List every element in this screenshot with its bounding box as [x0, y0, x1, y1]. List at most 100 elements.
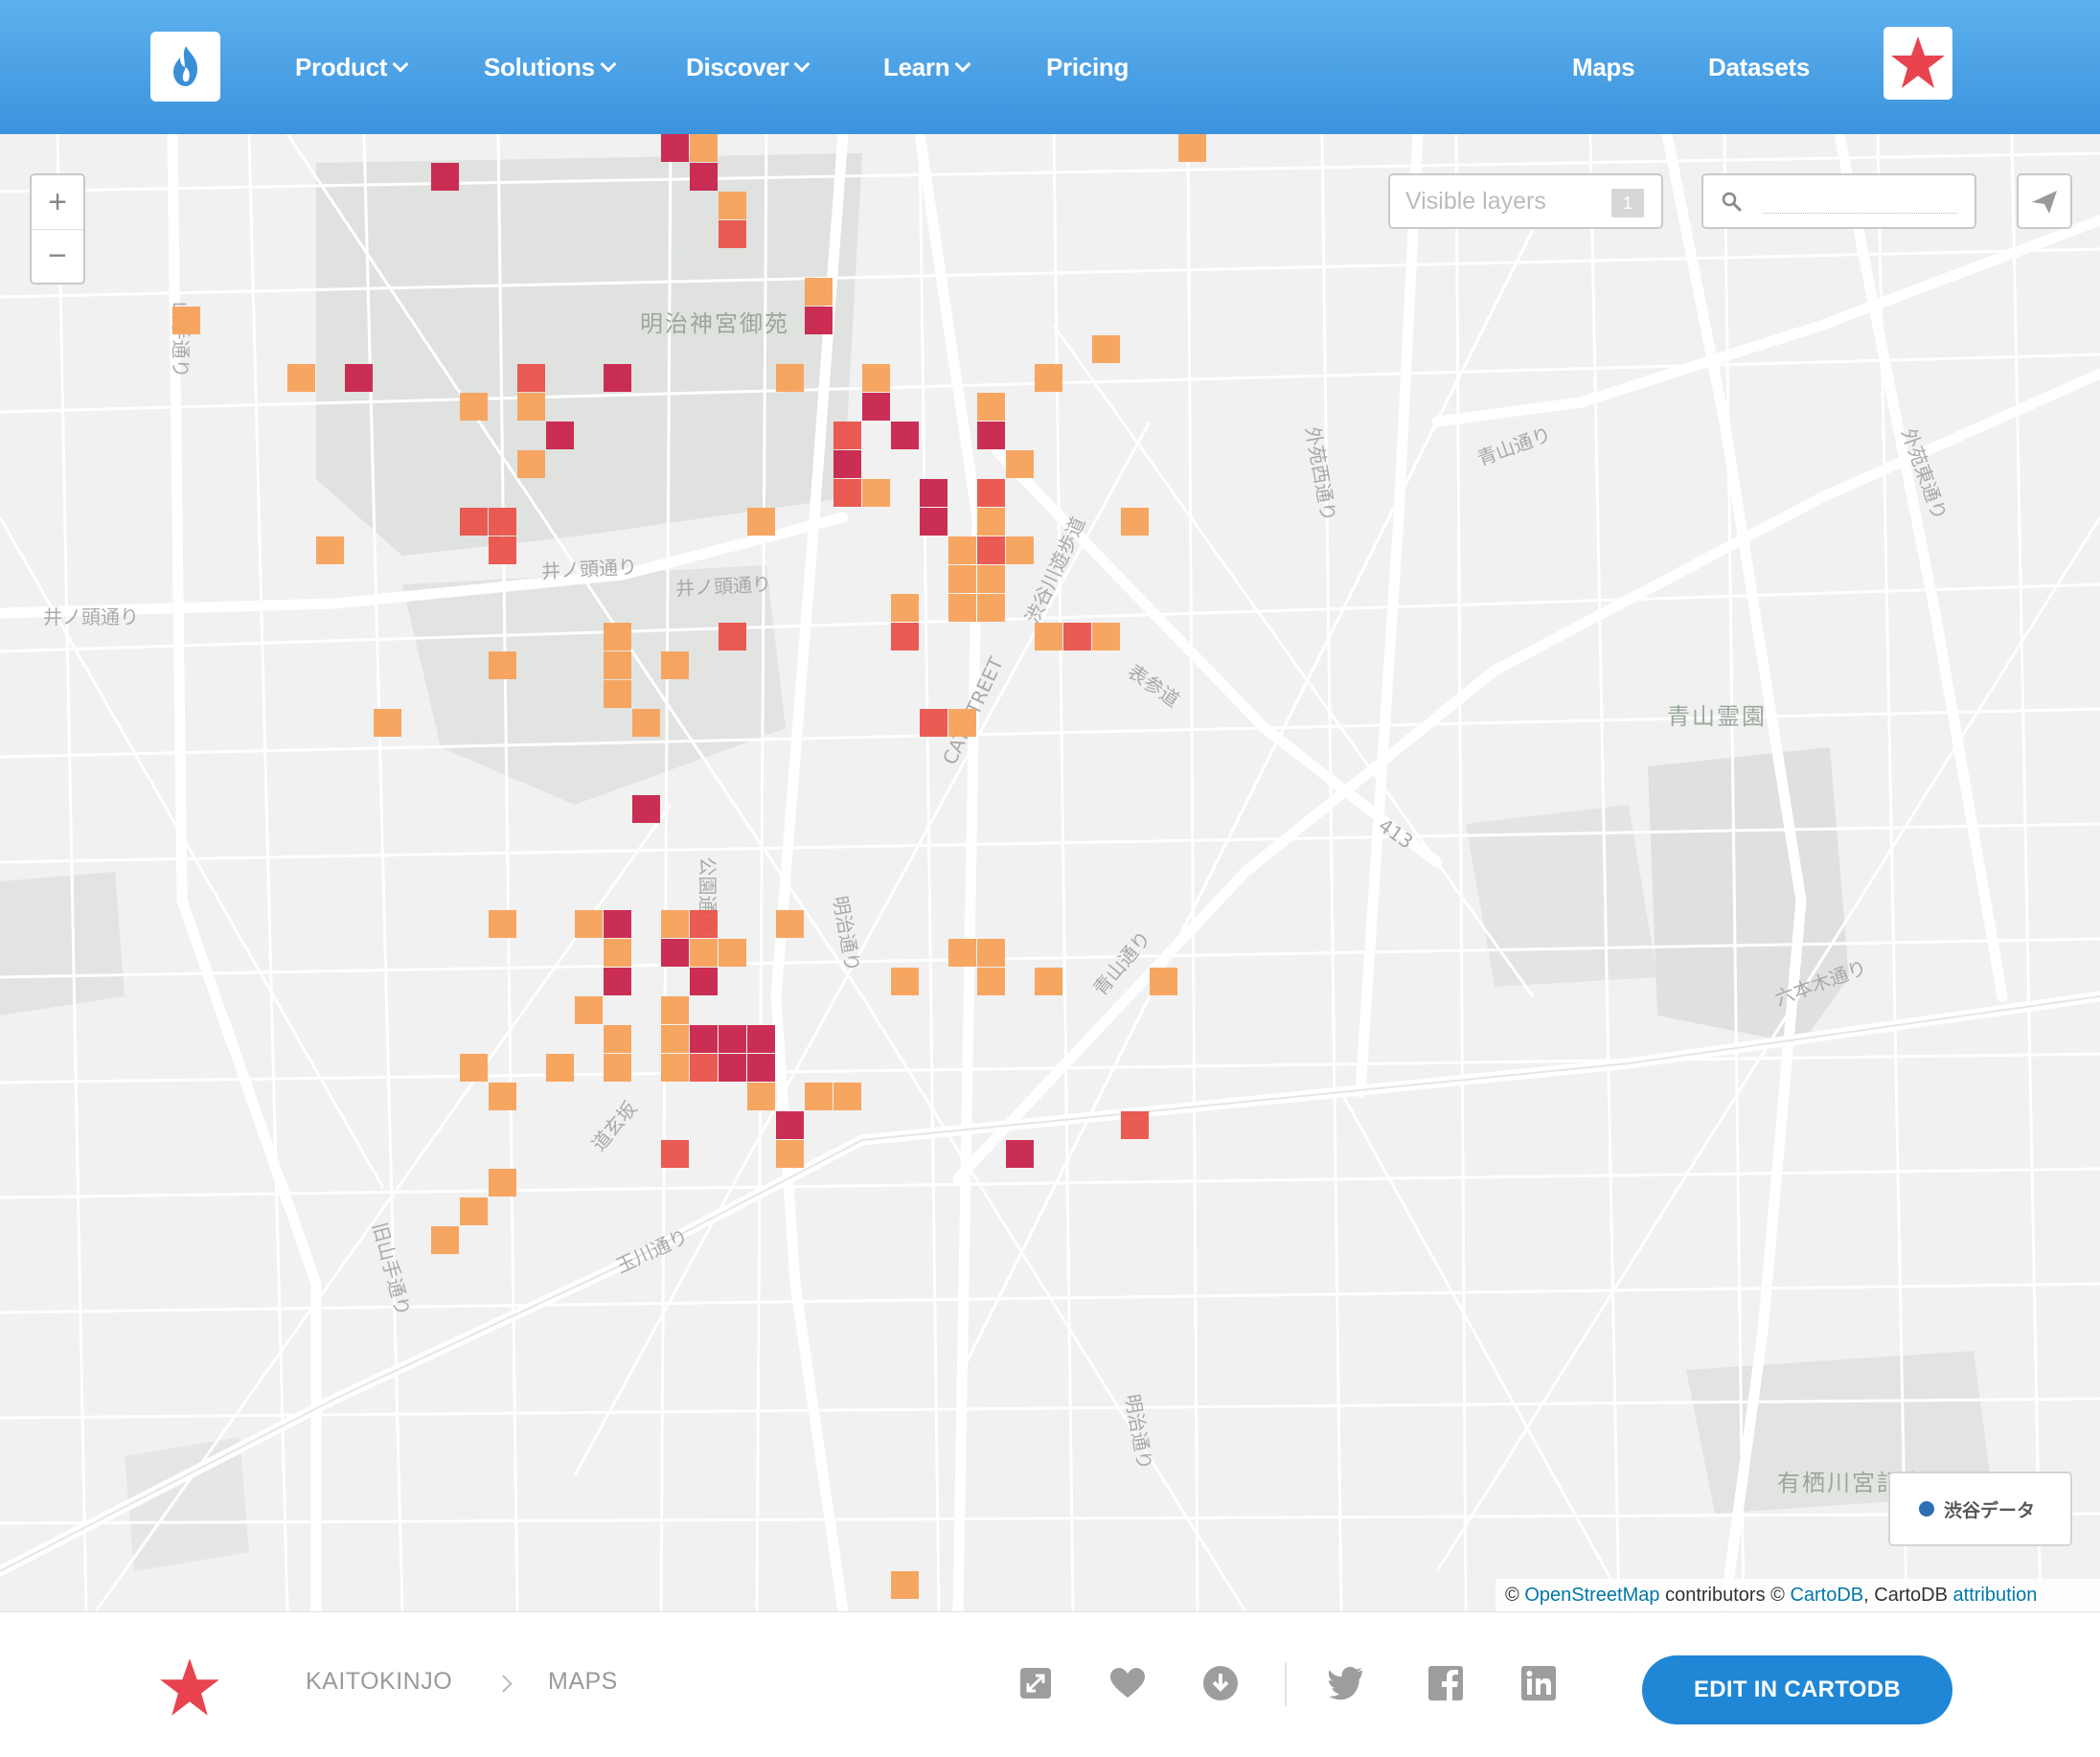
zoom-in-button[interactable]: + [32, 175, 83, 229]
grid-cell[interactable] [920, 709, 947, 737]
attribution-link[interactable]: attribution [1953, 1585, 2038, 1606]
grid-cell[interactable] [948, 709, 976, 737]
fullscreen-icon[interactable] [1016, 1664, 1055, 1702]
grid-cell[interactable] [345, 364, 373, 392]
linkedin-icon[interactable] [1519, 1664, 1558, 1702]
grid-cell[interactable] [833, 450, 861, 478]
grid-cell[interactable] [1150, 968, 1177, 995]
grid-cell[interactable] [661, 1140, 689, 1168]
user-star-icon[interactable] [157, 1656, 222, 1720]
grid-cell[interactable] [604, 910, 631, 938]
grid-cell[interactable] [546, 1054, 574, 1082]
user-avatar[interactable] [1883, 27, 1952, 100]
nav-pricing[interactable]: Pricing [1046, 48, 1129, 86]
grid-cell[interactable] [1121, 1111, 1149, 1139]
grid-cell[interactable] [489, 536, 516, 564]
grid-cell[interactable] [719, 220, 746, 248]
grid-cell[interactable] [948, 939, 976, 967]
grid-cell[interactable] [604, 939, 631, 967]
grid-cell[interactable] [604, 623, 631, 650]
nav-learn[interactable]: Learn [883, 48, 971, 86]
grid-cell[interactable] [661, 651, 689, 679]
grid-cell[interactable] [891, 1571, 919, 1599]
grid-cell[interactable] [977, 393, 1005, 421]
grid-cell[interactable] [690, 1054, 718, 1082]
grid-cell[interactable] [460, 1054, 488, 1082]
grid-cell[interactable] [891, 594, 919, 622]
grid-cell[interactable] [920, 508, 947, 536]
nav-solutions[interactable]: Solutions [484, 48, 617, 86]
grid-cell[interactable] [517, 364, 545, 392]
nav-datasets[interactable]: Datasets [1708, 48, 1810, 86]
grid-cell[interactable] [489, 1169, 516, 1197]
grid-cell[interactable] [632, 709, 660, 737]
search-input[interactable] [1763, 185, 1954, 214]
grid-cell[interactable] [604, 968, 631, 995]
grid-cell[interactable] [1035, 364, 1062, 392]
nav-product[interactable]: Product [295, 48, 409, 86]
grid-cell[interactable] [977, 565, 1005, 593]
grid-cell[interactable] [690, 939, 718, 967]
zoom-out-button[interactable]: − [32, 229, 83, 283]
grid-cell[interactable] [661, 1025, 689, 1053]
grid-cell[interactable] [489, 508, 516, 536]
breadcrumb-user[interactable]: KAITOKINJO [306, 1668, 452, 1696]
grid-cell[interactable] [546, 422, 574, 449]
twitter-icon[interactable] [1329, 1664, 1367, 1702]
grid-cell[interactable] [862, 393, 890, 421]
grid-cell[interactable] [489, 1083, 516, 1110]
grid-cell[interactable] [776, 1111, 804, 1139]
grid-cell[interactable] [460, 393, 488, 421]
grid-cell[interactable] [977, 479, 1005, 507]
grid-cell[interactable] [460, 1198, 488, 1225]
grid-cell[interactable] [977, 939, 1005, 967]
grid-cell[interactable] [833, 479, 861, 507]
grid-cell[interactable] [632, 795, 660, 823]
grid-cell[interactable] [1006, 536, 1034, 564]
grid-cell[interactable] [374, 709, 401, 737]
grid-cell[interactable] [1035, 968, 1062, 995]
grid-cell[interactable] [287, 364, 315, 392]
grid-cell[interactable] [172, 307, 200, 334]
map-search[interactable] [1701, 173, 1976, 229]
grid-cell[interactable] [690, 910, 718, 938]
download-icon[interactable] [1201, 1664, 1240, 1702]
grid-cell[interactable] [431, 163, 459, 191]
grid-cell[interactable] [776, 364, 804, 392]
edit-in-cartodb-button[interactable]: EDIT IN CARTODB [1642, 1655, 1952, 1724]
facebook-icon[interactable] [1427, 1664, 1465, 1702]
grid-cell[interactable] [747, 1083, 775, 1110]
grid-cell[interactable] [489, 651, 516, 679]
grid-cell[interactable] [747, 1025, 775, 1053]
grid-cell[interactable] [719, 623, 746, 650]
grid-cell[interactable] [977, 508, 1005, 536]
grid-cell[interactable] [604, 680, 631, 708]
grid-cell[interactable] [1063, 623, 1091, 650]
grid-cell[interactable] [517, 450, 545, 478]
grid-cell[interactable] [1121, 508, 1149, 536]
grid-cell[interactable] [1035, 623, 1062, 650]
grid-cell[interactable] [661, 996, 689, 1024]
nav-discover[interactable]: Discover [686, 48, 810, 86]
nav-maps[interactable]: Maps [1572, 48, 1635, 86]
visible-layers-dropdown[interactable]: Visible layers 1 [1388, 173, 1663, 229]
grid-cell[interactable] [977, 536, 1005, 564]
grid-cell[interactable] [719, 1025, 746, 1053]
cartodb-link[interactable]: CartoDB [1790, 1585, 1863, 1606]
breadcrumb-maps[interactable]: MAPS [548, 1668, 618, 1696]
share-button[interactable] [2017, 173, 2072, 229]
grid-cell[interactable] [920, 479, 947, 507]
grid-cell[interactable] [776, 910, 804, 938]
grid-cell[interactable] [719, 192, 746, 219]
grid-cell[interactable] [517, 393, 545, 421]
grid-cell[interactable] [833, 1083, 861, 1110]
grid-cell[interactable] [1178, 134, 1206, 162]
grid-cell[interactable] [690, 968, 718, 995]
grid-cell[interactable] [776, 1140, 804, 1168]
grid-cell[interactable] [805, 278, 833, 306]
grid-cell[interactable] [661, 910, 689, 938]
grid-cell[interactable] [805, 307, 833, 334]
grid-cell[interactable] [460, 508, 488, 536]
grid-cell[interactable] [661, 939, 689, 967]
grid-cell[interactable] [489, 910, 516, 938]
